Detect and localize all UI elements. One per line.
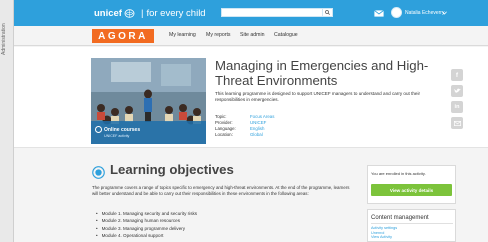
- learning-objectives-description: The programme covers a range of topics s…: [92, 185, 350, 196]
- page: Administration unicef | for every child …: [0, 0, 488, 242]
- target-icon: [92, 166, 105, 179]
- list-item: Module 3. Managing programme delivery: [96, 225, 336, 232]
- search-icon: [325, 10, 330, 15]
- enrolment-panel: You are enrolled in this activity. View …: [367, 165, 456, 204]
- online-course-sublabel: UNICEF activity: [104, 134, 130, 138]
- facebook-icon[interactable]: f: [451, 69, 463, 81]
- list-item: Module 4. Operational support: [96, 232, 336, 239]
- nav-catalogue[interactable]: Catalogue: [274, 32, 298, 38]
- agora-logo[interactable]: AGORA: [92, 29, 154, 43]
- administration-label: Administration: [1, 23, 7, 55]
- content-management-panel: Content management Activity settings Une…: [367, 209, 456, 242]
- activity-settings-link[interactable]: Activity settings: [371, 226, 397, 231]
- view-activity-link[interactable]: View Activity: [371, 235, 397, 240]
- online-course-icon: [95, 126, 102, 133]
- course-hero: Online courses UNICEF activity Managing …: [14, 47, 488, 148]
- content-management-links: Activity settings Unenrol View Activity: [371, 226, 397, 240]
- chevron-down-icon[interactable]: [442, 11, 447, 15]
- enrolment-status: You are enrolled in this activity.: [371, 171, 426, 176]
- content-management-heading: Content management: [371, 215, 429, 221]
- meta-row-location: Location: Global: [215, 132, 274, 138]
- email-icon[interactable]: [451, 117, 463, 129]
- online-course-badge: Online courses UNICEF activity: [91, 121, 206, 144]
- unicef-brand[interactable]: unicef | for every child: [94, 7, 206, 19]
- list-item: Module 1. Managing security and security…: [96, 210, 336, 217]
- share-buttons: f in: [451, 69, 463, 133]
- view-activity-details-button[interactable]: View activity details: [371, 184, 452, 196]
- unicef-header-bar: unicef | for every child Natalia Echever…: [14, 0, 488, 26]
- meta-location-link[interactable]: Global: [250, 132, 263, 138]
- course-description: This learning programme is designed to s…: [215, 91, 421, 102]
- administration-drawer[interactable]: Administration: [0, 0, 14, 242]
- search-button[interactable]: [323, 8, 333, 17]
- brand-divider: |: [140, 7, 144, 19]
- user-menu-name[interactable]: Natalia Echeverry: [405, 10, 444, 16]
- nav-my-learning[interactable]: My learning: [169, 32, 196, 38]
- unicef-globe-icon: [124, 8, 135, 18]
- nav-my-reports[interactable]: My reports: [206, 32, 231, 38]
- linkedin-icon[interactable]: in: [451, 101, 463, 113]
- avatar[interactable]: [391, 7, 402, 18]
- course-photo: Online courses UNICEF activity: [91, 58, 206, 144]
- nav-site-admin[interactable]: Site admin: [240, 32, 265, 38]
- list-item: Module 2. Managing human resources: [96, 217, 336, 224]
- online-course-label: Online courses: [104, 127, 141, 133]
- meta-key: Location:: [215, 132, 233, 137]
- module-list: Module 1. Managing security and security…: [96, 210, 336, 240]
- page-title: Managing in Emergencies and High-Threat …: [215, 58, 429, 88]
- twitter-icon[interactable]: [451, 85, 463, 97]
- main-navigation: AGORA My learning My reports Site admin …: [14, 26, 488, 46]
- divider: [371, 223, 453, 224]
- course-metadata: Topic: Focus Areas Provider: UNICEF Lang…: [215, 114, 274, 138]
- learning-objectives-heading: Learning objectives: [110, 162, 234, 177]
- brand-slogan: for every child: [146, 7, 206, 19]
- course-body: Learning objectives The programme covers…: [14, 149, 488, 242]
- search-input[interactable]: [221, 8, 323, 17]
- brand-name: unicef: [94, 7, 122, 19]
- messages-icon[interactable]: [374, 10, 384, 17]
